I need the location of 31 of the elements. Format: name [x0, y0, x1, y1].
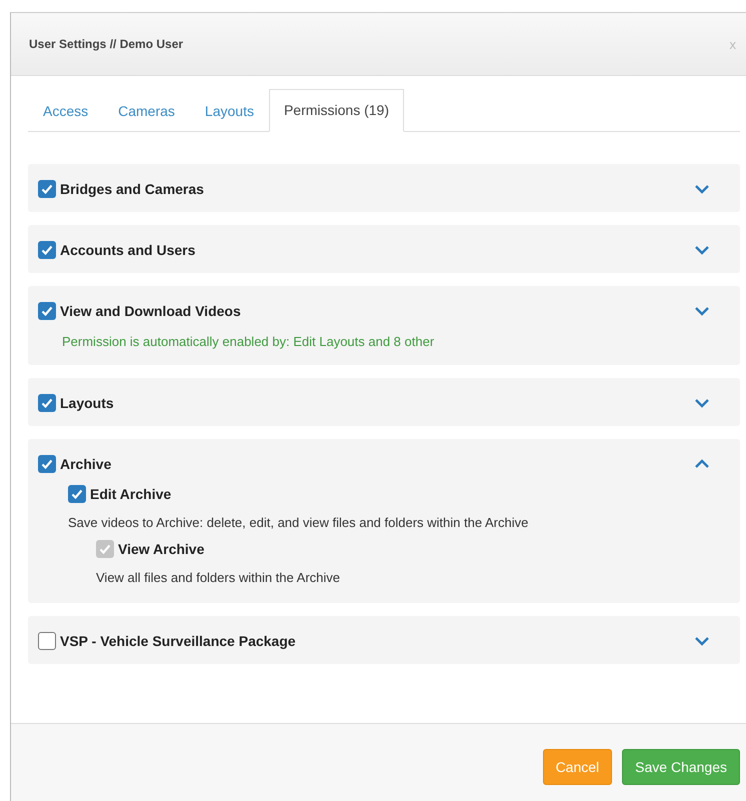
tab[interactable]: Permissions (19) [268, 89, 404, 132]
permission-label: Edit Archive [90, 486, 172, 502]
save-button[interactable]: Save Changes [622, 748, 740, 784]
dialog-title: User Settings // Demo User [29, 37, 184, 51]
permission-label: Archive [60, 456, 112, 472]
checkbox[interactable] [38, 180, 56, 198]
checkbox[interactable] [38, 394, 56, 412]
permission-label: View Archive [118, 541, 204, 557]
cancel-button[interactable]: Cancel [542, 748, 612, 784]
checkbox[interactable] [38, 241, 56, 259]
permission-label: VSP - Vehicle Surveillance Package [60, 633, 296, 649]
checkbox[interactable] [38, 632, 56, 650]
tab[interactable]: Layouts [190, 90, 269, 132]
permission-label: View and Download Videos [60, 303, 241, 319]
permission-label: Bridges and Cameras [60, 181, 204, 197]
permission-description: Save videos to Archive: delete, edit, and view files and folders within the Archive [68, 515, 530, 530]
tab[interactable]: Cameras [103, 90, 190, 132]
permission-note: Permission is automatically enabled by: Edit Layouts and 8 other [62, 334, 436, 349]
chevron-down-icon[interactable] [694, 245, 710, 255]
tab[interactable]: Access [28, 90, 104, 132]
chevron-up-icon[interactable] [694, 459, 710, 469]
chevron-down-icon[interactable] [694, 306, 710, 316]
permission-label: Layouts [60, 395, 114, 411]
checkbox[interactable] [38, 455, 56, 473]
permission-label: Accounts and Users [60, 242, 196, 258]
permission-description: View all files and folders within the Archive [96, 570, 341, 585]
checkbox[interactable] [38, 302, 56, 320]
chevron-down-icon[interactable] [694, 184, 710, 194]
chevron-down-icon[interactable] [694, 636, 710, 646]
chevron-down-icon[interactable] [694, 398, 710, 408]
checkbox[interactable] [68, 485, 86, 503]
